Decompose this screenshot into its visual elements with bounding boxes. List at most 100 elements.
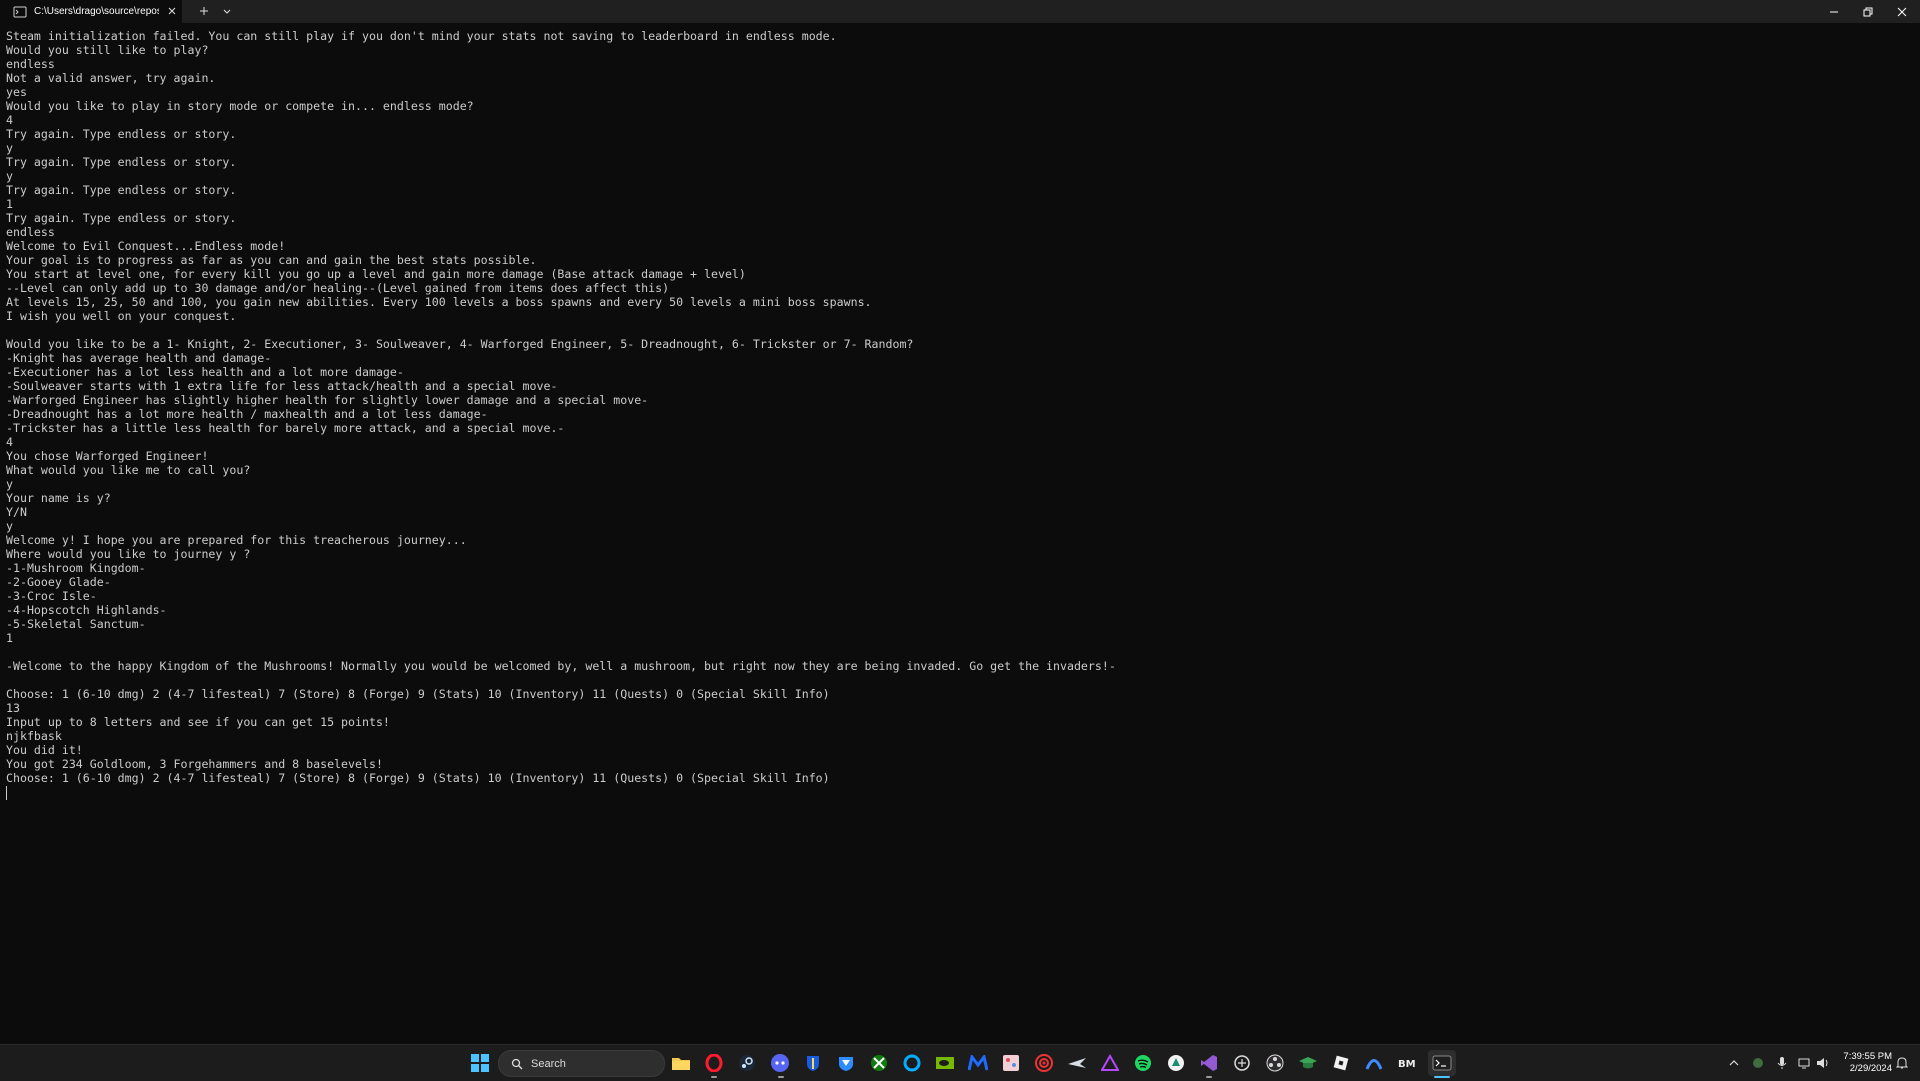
battlenet-icon[interactable] <box>900 1051 924 1075</box>
terminal-line: I wish you well on your conquest. <box>6 309 1916 323</box>
bitwarden-icon[interactable] <box>801 1051 825 1075</box>
tray-app-icon[interactable] <box>1750 1055 1766 1071</box>
openai-icon[interactable] <box>1230 1051 1254 1075</box>
arc-icon[interactable] <box>1362 1051 1386 1075</box>
terminal-tab[interactable]: C:\Users\drago\source\repos\ <box>0 0 182 23</box>
terminal-line: --Level can only add up to 30 damage and… <box>6 281 1916 295</box>
chevron-up-icon[interactable] <box>1726 1055 1742 1071</box>
xbox-icon[interactable] <box>867 1051 891 1075</box>
terminal-line: -Soulweaver starts with 1 extra life for… <box>6 379 1916 393</box>
terminal-line: -Executioner has a lot less health and a… <box>6 365 1916 379</box>
bm-app-icon[interactable]: BM <box>1395 1051 1419 1075</box>
terminal-line: 4 <box>6 113 1916 127</box>
obs-icon[interactable] <box>1263 1051 1287 1075</box>
terminal-line: Y/N <box>6 505 1916 519</box>
notification-bell-icon[interactable] <box>1894 1055 1910 1071</box>
terminal-line: -Warforged Engineer has slightly higher … <box>6 393 1916 407</box>
search-icon <box>511 1058 523 1070</box>
terminal-line: Input up to 8 letters and see if you can… <box>6 715 1916 729</box>
terminal-line: y <box>6 477 1916 491</box>
terminal-line <box>6 645 1916 659</box>
malwarebytes-icon[interactable] <box>834 1051 858 1075</box>
terminal-line: -Trickster has a little less health for … <box>6 421 1916 435</box>
minimize-button[interactable] <box>1817 0 1851 23</box>
microphone-icon[interactable] <box>1774 1055 1790 1071</box>
nvidia-icon[interactable] <box>933 1051 957 1075</box>
terminal-line: 1 <box>6 631 1916 645</box>
terminal-line: Try again. Type endless or story. <box>6 211 1916 225</box>
new-tab-icon[interactable] <box>197 4 211 18</box>
minimize-icon <box>1828 6 1840 18</box>
tray-date: 2/29/2024 <box>1832 1063 1892 1075</box>
tab-title: C:\Users\drago\source\repos\ <box>34 6 159 17</box>
windows-start-icon[interactable] <box>468 1051 492 1075</box>
terminal-line: Try again. Type endless or story. <box>6 183 1916 197</box>
restore-icon <box>1862 6 1874 18</box>
malware-m-icon[interactable] <box>966 1051 990 1075</box>
terminal-line: -3-Croc Isle- <box>6 589 1916 603</box>
roblox-icon[interactable] <box>1329 1051 1353 1075</box>
terminal-line: y <box>6 169 1916 183</box>
terminal-line: Try again. Type endless or story. <box>6 127 1916 141</box>
terminal-line: 1 <box>6 197 1916 211</box>
terminal-line: endless <box>6 57 1916 71</box>
svg-text:BM: BM <box>1398 1059 1416 1070</box>
close-window-button[interactable] <box>1885 0 1919 23</box>
file-explorer-icon[interactable] <box>669 1051 693 1075</box>
volume-icon[interactable] <box>1815 1055 1831 1071</box>
terminal-line: Would you still like to play? <box>6 43 1916 57</box>
target-icon[interactable] <box>1032 1051 1056 1075</box>
terminal-line: Would you like to be a 1- Knight, 2- Exe… <box>6 337 1916 351</box>
opera-icon[interactable] <box>702 1051 726 1075</box>
terminal-line: You chose Warforged Engineer! <box>6 449 1916 463</box>
terminal-icon[interactable] <box>1428 1050 1456 1076</box>
terminal-line: njkfbask <box>6 729 1916 743</box>
terminal-line: -Dreadnought has a lot more health / max… <box>6 407 1916 421</box>
terminal-line: You did it! <box>6 743 1916 757</box>
paint-icon[interactable] <box>999 1051 1023 1075</box>
terminal-line: Welcome to Evil Conquest...Endless mode! <box>6 239 1916 253</box>
text-cursor <box>6 786 7 800</box>
terminal-line: -Welcome to the happy Kingdom of the Mus… <box>6 659 1916 673</box>
terminal-line: -1-Mushroom Kingdom- <box>6 561 1916 575</box>
prism-icon[interactable] <box>1098 1051 1122 1075</box>
terminal-line: 13 <box>6 701 1916 715</box>
tray-time: 7:39:55 PM <box>1832 1051 1892 1063</box>
terminal-line <box>6 323 1916 337</box>
close-icon <box>1896 6 1908 18</box>
terminal-line: endless <box>6 225 1916 239</box>
terminal-line: Try again. Type endless or story. <box>6 155 1916 169</box>
close-tab-icon[interactable] <box>165 4 179 18</box>
terminal-tab-icon <box>13 5 27 19</box>
taskbar-search[interactable]: Search <box>498 1050 665 1077</box>
title-bar: C:\Users\drago\source\repos\ <box>0 0 1920 23</box>
terminal-line: Your goal is to progress as far as you c… <box>6 253 1916 267</box>
plane-icon[interactable] <box>1065 1051 1089 1075</box>
terminal-line: Welcome y! I hope you are prepared for t… <box>6 533 1916 547</box>
taskbar: Search <box>0 1044 1920 1081</box>
spotify-icon[interactable] <box>1131 1051 1155 1075</box>
terminal-line: Your name is y? <box>6 491 1916 505</box>
terminal-line: At levels 15, 25, 50 and 100, you gain n… <box>6 295 1916 309</box>
visual-studio-icon[interactable] <box>1197 1051 1221 1075</box>
discord-icon[interactable] <box>768 1051 792 1075</box>
terminal-line: You got 234 Goldloom, 3 Forgehammers and… <box>6 757 1916 771</box>
network-icon[interactable] <box>1797 1055 1813 1071</box>
terminal-line: y <box>6 519 1916 533</box>
terminal-line: Where would you like to journey y ? <box>6 547 1916 561</box>
chevron-down-icon[interactable] <box>220 4 234 18</box>
search-label: Search <box>531 1058 566 1070</box>
graduation-icon[interactable] <box>1296 1051 1320 1075</box>
terminal-line: Steam initialization failed. You can sti… <box>6 29 1916 43</box>
terminal-line: yes <box>6 85 1916 99</box>
restore-button[interactable] <box>1851 0 1885 23</box>
terminal-line: You start at level one, for every kill y… <box>6 267 1916 281</box>
terminal-line: Choose: 1 (6-10 dmg) 2 (4-7 lifesteal) 7… <box>6 687 1916 701</box>
terminal-line: Would you like to play in story mode or … <box>6 99 1916 113</box>
terminal-line: Not a valid answer, try again. <box>6 71 1916 85</box>
app-circle-icon[interactable] <box>1164 1051 1188 1075</box>
terminal-line: -Knight has average health and damage- <box>6 351 1916 365</box>
tray-clock[interactable]: 7:39:55 PM 2/29/2024 <box>1832 1051 1892 1075</box>
steam-icon[interactable] <box>735 1051 759 1075</box>
terminal-output[interactable]: Steam initialization failed. You can sti… <box>6 29 1916 799</box>
